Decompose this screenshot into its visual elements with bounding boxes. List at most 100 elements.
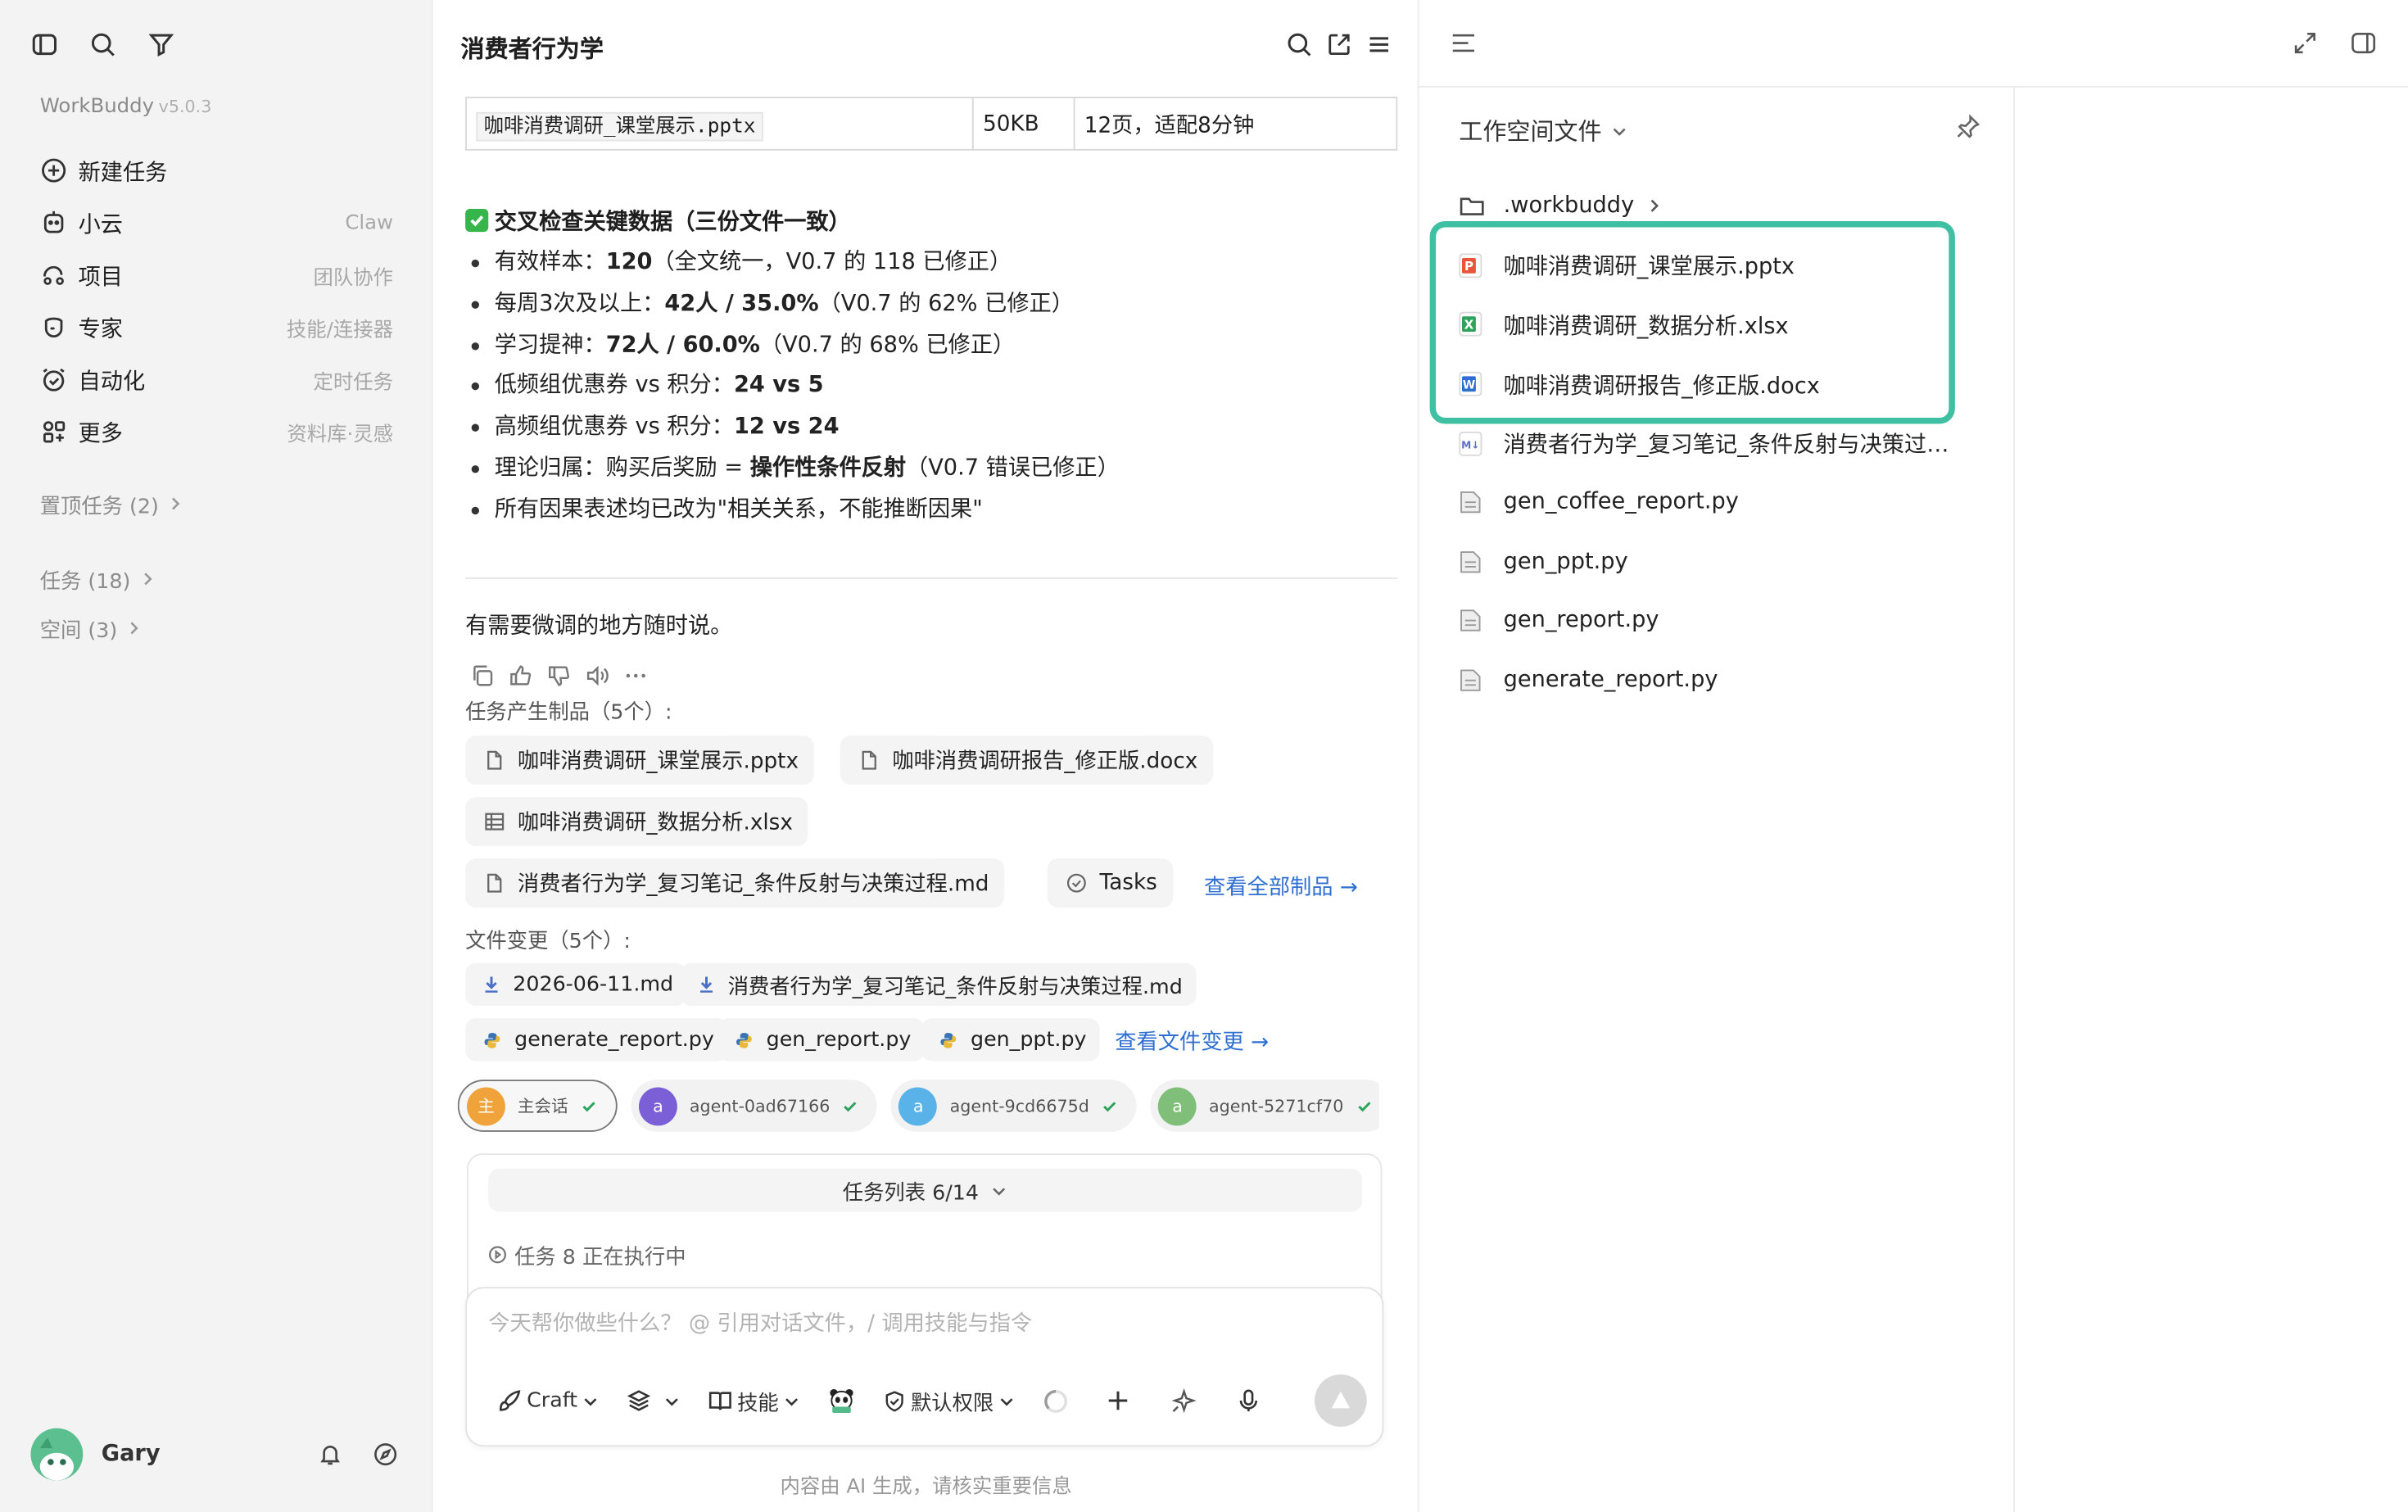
menu-icon[interactable] — [1365, 31, 1393, 59]
view-all-artifacts-link[interactable]: 查看全部制品 → — [1204, 871, 1358, 902]
enhance-button[interactable] — [1170, 1388, 1197, 1414]
search-icon[interactable] — [89, 31, 117, 59]
ai-disclaimer: 内容由 AI 生成，请核实重要信息 — [780, 1475, 1072, 1499]
agent-tab[interactable]: a agent-5271cf70 — [1150, 1080, 1379, 1132]
document-icon — [858, 749, 880, 771]
file-item-py[interactable]: gen_report.py — [1459, 591, 1981, 650]
file-name: 消费者行为学_复习笔记_条件反射与决策过程.md — [1503, 433, 1965, 459]
chevron-down-icon — [998, 1392, 1016, 1410]
code-file-icon — [1459, 609, 1482, 633]
sidebar-item-new-task[interactable]: 新建任务 — [34, 144, 402, 197]
brush-icon — [498, 1388, 523, 1413]
bullet-note: （V0.7 的 68% 已修正） — [759, 333, 1016, 358]
sidebar-item-xiaoyun[interactable]: 小云 Claw — [34, 197, 402, 249]
sidebar-toggle-icon[interactable] — [31, 31, 59, 59]
play-circle-icon — [488, 1246, 507, 1265]
panel-toggle-icon[interactable] — [2350, 29, 2378, 57]
link-text: 查看全部制品 → — [1204, 875, 1358, 900]
send-button[interactable] — [1315, 1374, 1367, 1427]
filter-icon[interactable] — [147, 31, 175, 59]
agent-tab-main[interactable]: 主 主会话 — [457, 1080, 618, 1132]
add-button[interactable] — [1106, 1388, 1130, 1413]
thumbs-up-icon[interactable] — [509, 663, 533, 688]
skills-select[interactable]: 技能 — [708, 1385, 800, 1416]
bullet-text: 有效样本： — [494, 250, 606, 275]
permission-label: 默认权限 — [910, 1391, 994, 1416]
bell-icon[interactable] — [316, 1441, 344, 1469]
model-select[interactable] — [627, 1388, 681, 1413]
more-icon[interactable] — [623, 663, 648, 688]
outline-icon[interactable] — [1450, 29, 1478, 57]
file-name: .workbuddy — [1503, 193, 1635, 219]
sidebar-item-experts[interactable]: 专家 技能/连接器 — [34, 301, 402, 354]
share-icon[interactable] — [1325, 31, 1353, 59]
workspace-files-header[interactable]: 工作空间文件 — [1459, 114, 1627, 147]
list-item: 高频组优惠券 vs 积分：12 vs 24 — [465, 407, 1120, 448]
artifact-pptx[interactable]: 咖啡消费调研_课堂展示.pptx — [465, 736, 814, 785]
file-name: gen_ppt.py — [1503, 549, 1628, 574]
file-item-py[interactable]: gen_coffee_report.py — [1459, 473, 1981, 532]
sidebar-item-projects[interactable]: 项目 团队协作 — [34, 249, 402, 301]
avatar[interactable] — [30, 1428, 84, 1481]
chevron-right-icon — [127, 621, 143, 636]
bullet-text: 理论归属：购买后奖励 = — [494, 455, 750, 481]
reply-text: 有需要微调的地方随时说。 — [465, 614, 733, 639]
pin-icon[interactable] — [1953, 112, 1981, 140]
user-name: Gary — [101, 1442, 161, 1467]
list-item: 理论归属：购买后奖励 = 操作性条件反射（V0.7 错误已修正） — [465, 448, 1120, 489]
list-item: 有效样本：120（全文统一，V0.7 的 118 已修正） — [465, 242, 1120, 283]
pinned-tasks-section[interactable]: 置顶任务 (2) — [40, 488, 183, 519]
bullet-bold: 42人 / 35.0% — [664, 291, 819, 316]
compass-icon[interactable] — [372, 1441, 400, 1469]
change-chip[interactable]: gen_ppt.py — [921, 1018, 1101, 1062]
copy-icon[interactable] — [470, 663, 495, 688]
plus-circle-icon — [40, 156, 68, 184]
bullet-note: （V0.7 错误已修正） — [906, 455, 1120, 481]
change-name: gen_report.py — [766, 1027, 912, 1053]
view-changes-link[interactable]: 查看文件变更 → — [1115, 1026, 1269, 1057]
context-usage-indicator[interactable] — [1043, 1388, 1069, 1414]
sidebar-item-automation[interactable]: 自动化 定时任务 — [34, 353, 402, 405]
tasks-section[interactable]: 任务 (18) — [40, 564, 156, 595]
artifact-xlsx[interactable]: 咖啡消费调研_数据分析.xlsx — [465, 797, 808, 847]
craft-mode-select[interactable]: Craft — [498, 1388, 600, 1413]
artifact-name: 咖啡消费调研_数据分析.xlsx — [517, 811, 793, 835]
check-icon — [1356, 1098, 1373, 1115]
python-icon — [940, 1031, 957, 1048]
bullet-bold: 24 vs 5 — [733, 373, 824, 399]
sidebar-item-more[interactable]: 更多 资料库·灵感 — [34, 405, 402, 458]
voice-button[interactable] — [1236, 1388, 1261, 1413]
check-title: 交叉检查关键数据（三份文件一致） — [494, 210, 851, 235]
artifact-md[interactable]: 消费者行为学_复习笔记_条件反射与决策过程.md — [465, 858, 1005, 908]
speaker-icon[interactable] — [585, 663, 609, 688]
search-icon[interactable] — [1285, 31, 1313, 59]
change-chip[interactable]: 消费者行为学_复习笔记_条件反射与决策过程.md — [680, 962, 1197, 1007]
thumbs-down-icon[interactable] — [547, 663, 572, 688]
permission-select[interactable]: 默认权限 — [883, 1385, 1015, 1416]
message-input[interactable]: 今天帮你做些什么？ @ 引用对话文件，/ 调用技能与指令 — [488, 1307, 1032, 1338]
sidebar-item-hint: 定时任务 — [313, 370, 393, 394]
panda-button[interactable] — [828, 1387, 856, 1415]
change-chip[interactable]: 2026-06-11.md — [465, 962, 688, 1007]
bullet-text: 所有因果表述均已改为"相关关系，不能推断因果" — [494, 497, 983, 523]
change-chip[interactable]: gen_report.py — [717, 1018, 926, 1062]
file-item-py[interactable]: gen_ppt.py — [1459, 532, 1981, 591]
table-cell-size: 50KB — [971, 97, 1075, 151]
task-list-toggle[interactable]: 任务列表 6/14 — [488, 1168, 1363, 1212]
spaces-section[interactable]: 空间 (3) — [40, 613, 143, 644]
artifact-docx[interactable]: 咖啡消费调研报告_修正版.docx — [840, 736, 1214, 785]
sidebar-item-hint: Claw — [345, 211, 393, 234]
agent-tab[interactable]: a agent-0ad67166 — [631, 1080, 878, 1132]
file-item-py[interactable]: generate_report.py — [1459, 651, 1981, 710]
artifact-tasks[interactable]: Tasks — [1047, 858, 1173, 908]
highlight-box — [1429, 221, 1955, 424]
task-list-panel: 任务列表 6/14 任务 8 正在执行中 — [467, 1153, 1383, 1300]
brand-version: v5.0.3 — [158, 97, 212, 117]
change-chip[interactable]: generate_report.py — [465, 1018, 728, 1062]
plus-icon — [1106, 1388, 1130, 1413]
expand-icon[interactable] — [2292, 29, 2320, 57]
panda-icon — [828, 1387, 856, 1415]
agent-avatar: 主 — [467, 1086, 505, 1125]
python-icon — [736, 1031, 753, 1048]
agent-tab[interactable]: a agent-9cd6675d — [891, 1080, 1137, 1132]
